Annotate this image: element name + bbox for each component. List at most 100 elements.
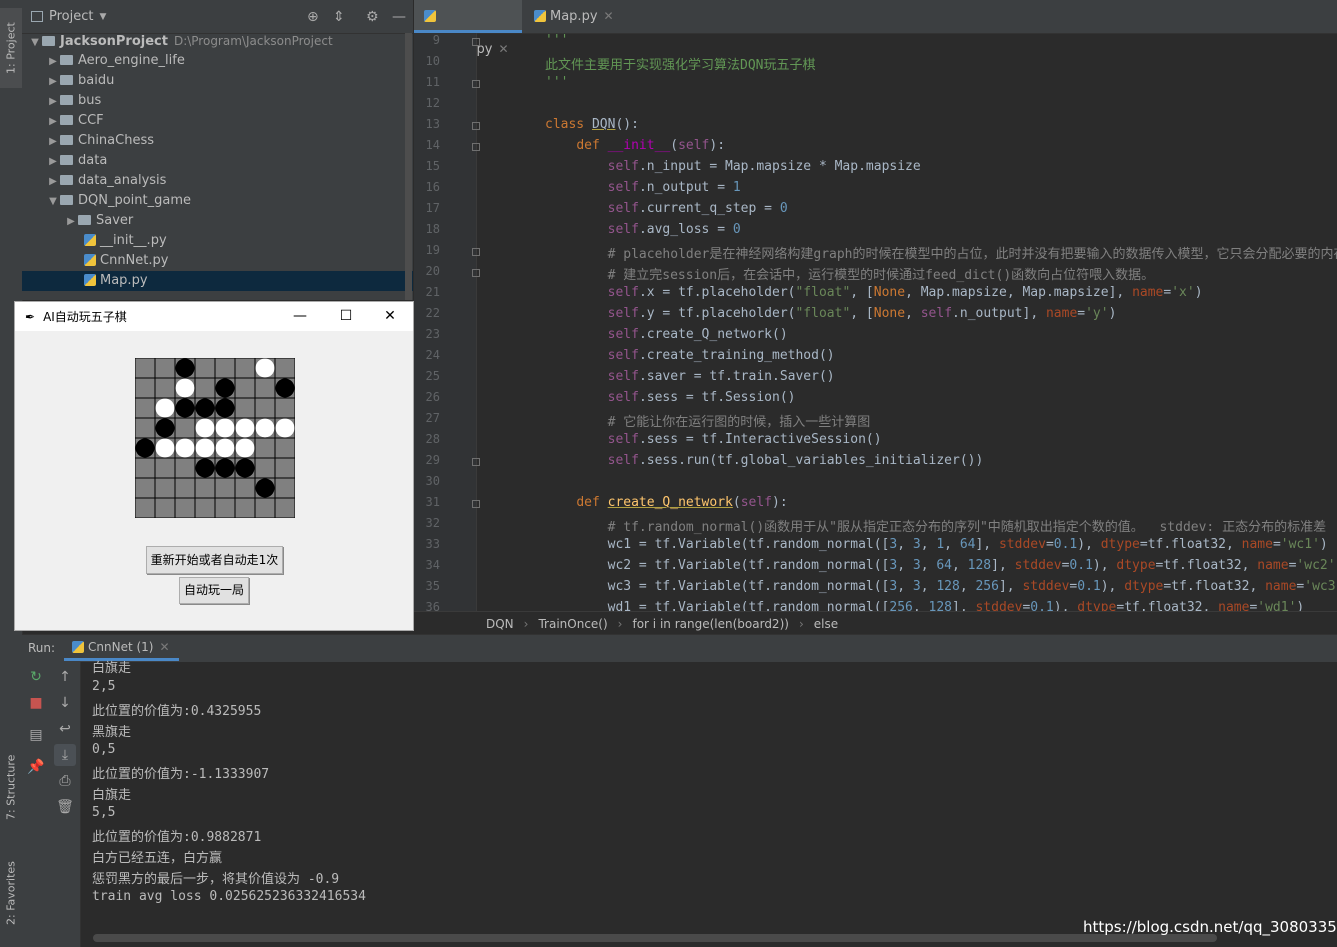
code-line-34: wc2 = tf.Variable(tf.random_normal([3, 3… — [545, 558, 1337, 573]
line-number: 14 — [425, 138, 440, 152]
tab-cnnnet[interactable]: CnnNet.py✕ — [414, 0, 522, 57]
chevron-right-icon: › — [523, 616, 529, 631]
gomoku-board[interactable] — [135, 358, 295, 518]
rerun-icon[interactable]: ↻ — [25, 666, 47, 688]
code-line-26: self.sess = tf.Session() — [607, 390, 796, 405]
gear-icon[interactable]: ⚙ — [366, 9, 379, 25]
project-tool-tab[interactable]: 1: Project — [0, 8, 22, 88]
trash-icon[interactable]: 🗑 — [54, 796, 76, 818]
code-line-33: wc1 = tf.Variable(tf.random_normal([3, 3… — [545, 537, 1328, 552]
console-line: 白旗走 — [92, 788, 132, 803]
maximize-button[interactable]: ☐ — [323, 302, 369, 331]
breadcrumb-item[interactable]: TrainOnce() — [538, 617, 607, 631]
chevron-down-icon[interactable]: ▼ — [46, 192, 60, 212]
code-line-32: # tf.random_normal()函数用于从"服从指定正态分布的序列"中随… — [607, 520, 1327, 535]
tree-item-label: Aero_engine_life — [78, 53, 185, 68]
tree-item-label: data — [78, 153, 108, 168]
auto-play-button[interactable]: 自动玩一局 — [179, 577, 249, 604]
chevron-right-icon[interactable]: ▶ — [46, 112, 60, 132]
code-line-24: self.create_training_method() — [607, 348, 835, 363]
black-stone — [215, 458, 235, 478]
code-line-16: self.n_output = 1 — [607, 180, 741, 195]
tree-item[interactable]: ▶ bus — [22, 91, 413, 111]
tree-item[interactable]: ▶ data_analysis — [22, 171, 413, 191]
breadcrumb-item[interactable]: else — [814, 617, 838, 631]
line-number: 23 — [425, 327, 440, 341]
hide-panel-icon[interactable]: — — [392, 9, 406, 25]
tree-item[interactable]: ▶ CCF — [22, 111, 413, 131]
tree-item[interactable]: ▼ DQN_point_game — [22, 191, 413, 211]
tree-item[interactable]: ▶ data — [22, 151, 413, 171]
run-console[interactable]: 白旗走 2,5 此位置的价值为:0.4325955 黑旗走 0,5 此位置的价值… — [81, 661, 1337, 947]
window-title: AI自动玩五子棋 — [43, 310, 127, 324]
scroll-to-end-icon[interactable]: ⤓ — [54, 744, 76, 766]
tree-item-label: __init__.py — [100, 233, 167, 248]
layout-icon[interactable]: ▤ — [25, 724, 47, 746]
favorites-tool-tab[interactable]: 2: Favorites — [0, 848, 22, 938]
up-arrow-icon[interactable]: ↑ — [54, 666, 76, 688]
chevron-down-icon[interactable]: ▼ — [99, 12, 106, 22]
locate-icon[interactable]: ⊕ — [307, 9, 319, 25]
white-stone — [255, 358, 275, 378]
gomoku-window-titlebar[interactable]: ✒ AI自动玩五子棋 — ☐ ✕ — [15, 302, 413, 331]
tree-item[interactable]: CnnNet.py — [22, 251, 413, 271]
line-number: 30 — [425, 474, 440, 488]
tree-item[interactable]: ▶ ChinaChess — [22, 131, 413, 151]
tree-item[interactable]: ▶ Saver — [22, 211, 413, 231]
soft-wrap-icon[interactable]: ↩ — [54, 718, 76, 740]
folder-icon — [60, 175, 73, 185]
chevron-right-icon[interactable]: ▶ — [46, 132, 60, 152]
code-line-29: self.sess.run(tf.global_variables_initia… — [607, 453, 984, 468]
tree-item[interactable]: ▶ Aero_engine_life — [22, 51, 413, 71]
tree-item[interactable]: ▶ baidu — [22, 71, 413, 91]
breadcrumb-item[interactable]: DQN — [486, 617, 514, 631]
chevron-right-icon[interactable]: ▶ — [64, 212, 78, 232]
close-icon[interactable]: ✕ — [159, 640, 169, 654]
stop-icon[interactable]: ■ — [25, 692, 47, 714]
restart-or-step-button[interactable]: 重新开始或者自动走1次 — [146, 546, 283, 574]
tree-root-row[interactable]: ▼ JacksonProject D:\Program\JacksonProject — [22, 31, 413, 51]
pin-icon[interactable]: 📌 — [25, 756, 47, 778]
project-view-selector[interactable]: Project — [49, 9, 93, 24]
console-horizontal-scrollbar[interactable] — [93, 934, 1217, 942]
code-line-22: self.y = tf.placeholder("float", [None, … — [607, 306, 1117, 321]
chevron-right-icon[interactable]: ▶ — [46, 152, 60, 172]
folder-icon — [60, 75, 73, 85]
project-tool-tab-label: 1: Project — [4, 22, 18, 74]
folder-icon — [78, 215, 91, 225]
line-number: 29 — [425, 453, 440, 467]
close-button[interactable]: ✕ — [367, 302, 413, 331]
white-stone — [255, 418, 275, 438]
chevron-down-icon[interactable]: ▼ — [28, 33, 42, 53]
console-line: 0,5 — [92, 742, 116, 757]
print-icon[interactable]: ⎙ — [54, 770, 76, 792]
white-stone — [235, 418, 255, 438]
code-area[interactable]: ''' 此文件主要用于实现强化学习算法DQN玩五子棋 ''' class DQN… — [476, 33, 1337, 611]
project-scrollbar[interactable] — [405, 33, 412, 300]
chevron-right-icon[interactable]: ▶ — [46, 72, 60, 92]
code-line-15: self.n_input = Map.mapsize * Map.mapsize — [607, 159, 921, 174]
black-stone — [195, 398, 215, 418]
code-line-10: 此文件主要用于实现强化学习算法DQN玩五子棋 — [545, 58, 816, 73]
tree-item[interactable]: __init__.py — [22, 231, 413, 251]
chevron-right-icon[interactable]: ▶ — [46, 92, 60, 112]
chevron-right-icon[interactable]: ▶ — [46, 172, 60, 192]
run-toolbar-primary: ↻ ■ ▤ 📌 — [22, 662, 50, 947]
code-line-28: self.sess = tf.InteractiveSession() — [607, 432, 882, 447]
line-number: 34 — [425, 558, 440, 572]
down-arrow-icon[interactable]: ↓ — [54, 692, 76, 714]
tree-item-label: CnnNet.py — [100, 253, 169, 268]
black-stone — [155, 418, 175, 438]
tab-map[interactable]: Map.py ✕ — [524, 0, 629, 33]
tree-root-name: JacksonProject — [60, 34, 168, 49]
tree-item-label: DQN_point_game — [78, 193, 192, 208]
minimize-button[interactable]: — — [277, 302, 323, 331]
close-icon[interactable]: ✕ — [604, 9, 614, 23]
structure-tool-tab[interactable]: 7: Structure — [0, 740, 22, 835]
tree-item-selected[interactable]: Map.py — [22, 271, 413, 291]
collapse-all-icon[interactable]: ⇕ — [333, 9, 345, 25]
line-number: 19 — [425, 243, 440, 257]
breadcrumb-item[interactable]: for i in range(len(board2)) — [632, 617, 788, 631]
chevron-right-icon[interactable]: ▶ — [46, 52, 60, 72]
line-number: 18 — [425, 222, 440, 236]
